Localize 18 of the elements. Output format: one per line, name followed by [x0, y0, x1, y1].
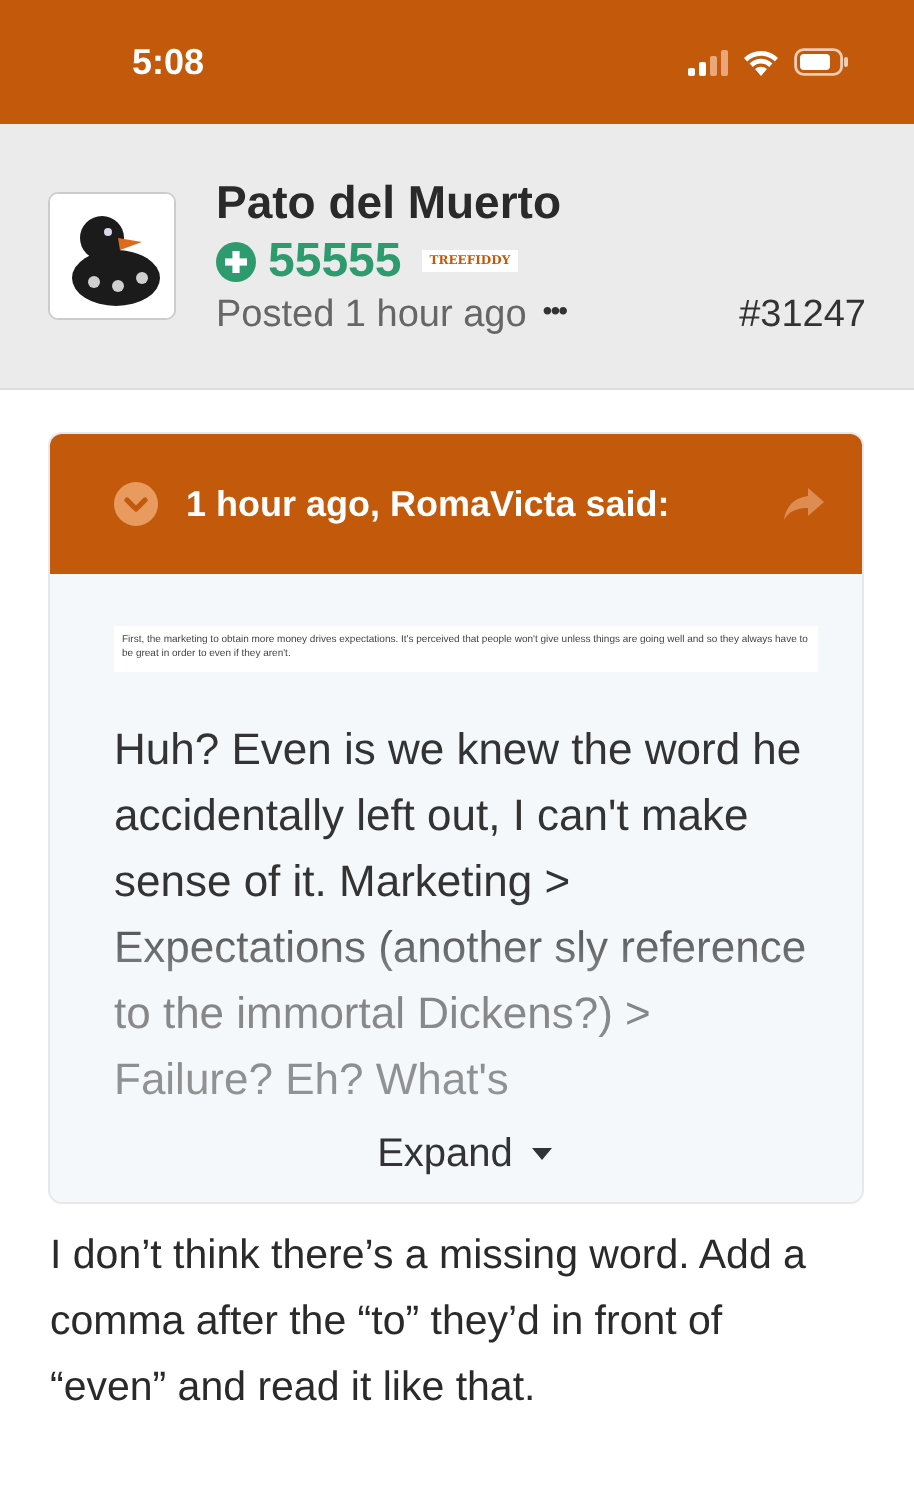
chevron-down-icon[interactable] — [114, 482, 158, 526]
more-button[interactable]: ••• — [542, 293, 567, 325]
signal-icon — [688, 49, 728, 75]
plus-icon — [216, 241, 256, 281]
avatar-image[interactable] — [48, 192, 176, 320]
reputation-count: 55555 — [268, 233, 402, 289]
author-name[interactable]: Pato del Muerto — [216, 175, 866, 229]
post-text: I don’t think there’s a missing word. Add a comma after the “to” they’d in front of “even” and read it like that. — [50, 1229, 808, 1413]
caret-down-icon — [530, 1146, 555, 1162]
post-number[interactable]: #31247 — [739, 293, 866, 337]
quote-attribution: 1 hour ago, RomaVicta said: — [186, 483, 672, 525]
battery-icon — [794, 48, 850, 76]
wifi-icon — [742, 48, 780, 76]
quote-text: Huh? Even is we knew the word he accidentally left out, I can't make sense of it. Marketing > Expectations (another sly reference to the immortal Dickens?) > Failure? Eh? What's — [114, 721, 809, 1107]
expand-button[interactable]: Expand — [361, 1123, 571, 1185]
clock-time: 5:08 — [132, 41, 205, 83]
share-arrow-icon[interactable] — [782, 486, 826, 522]
posted-time: Posted 1 hour ago — [216, 293, 527, 337]
